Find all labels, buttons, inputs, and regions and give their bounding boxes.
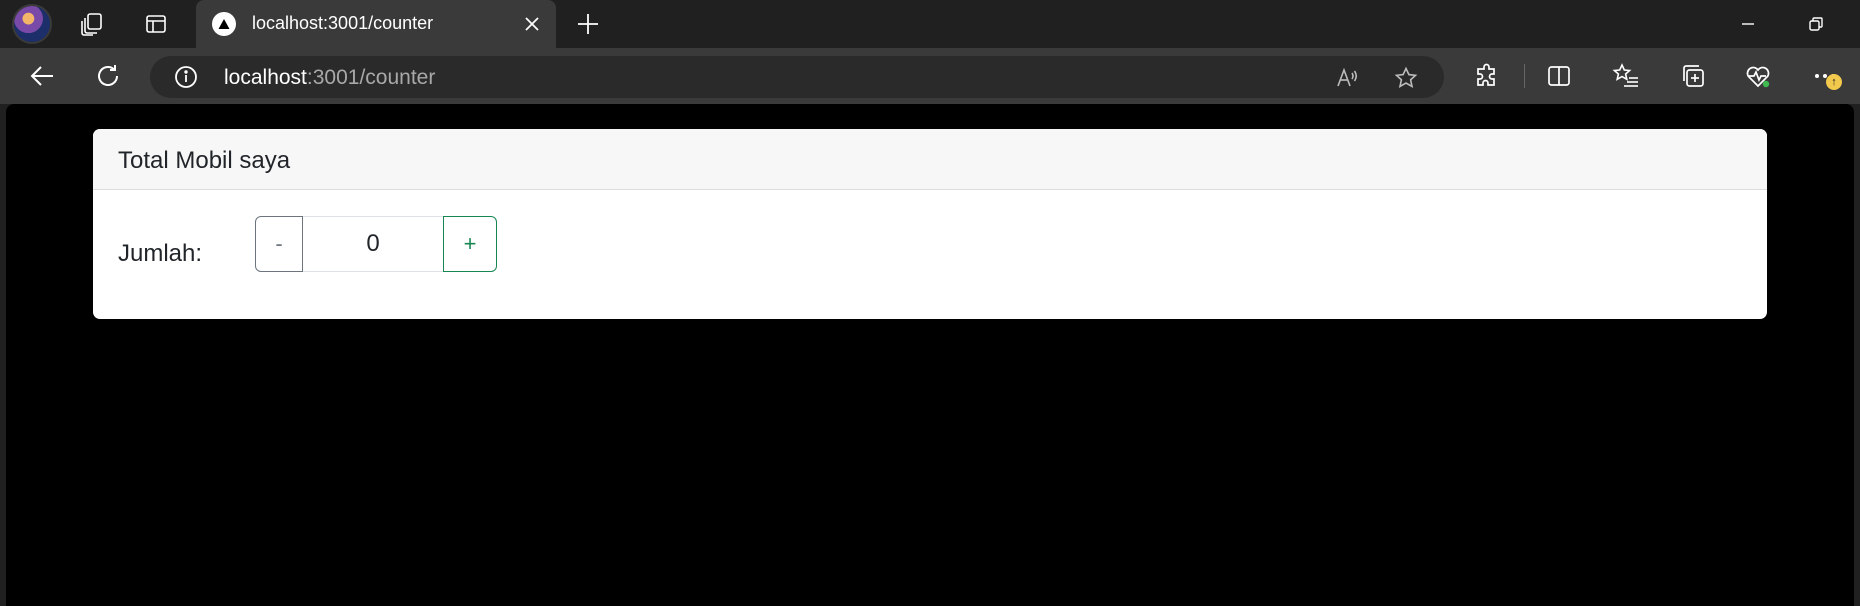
profile-avatar[interactable]	[14, 6, 50, 42]
card-header: Total Mobil saya	[93, 129, 1767, 190]
restore-icon[interactable]	[1794, 8, 1838, 40]
decrement-button[interactable]: -	[255, 216, 303, 272]
browser-essentials-icon[interactable]	[1743, 61, 1773, 91]
new-tab-icon[interactable]	[574, 10, 602, 38]
toolbar-divider	[1524, 64, 1525, 88]
minimize-icon[interactable]	[1726, 8, 1770, 40]
browser-toolbar: localhost:3001/counter	[0, 48, 1860, 104]
address-bar[interactable]: localhost:3001/counter	[150, 56, 1444, 98]
page-viewport: Total Mobil saya Jumlah: - 0 +	[6, 104, 1854, 606]
card-title: Total Mobil saya	[118, 147, 291, 174]
nextjs-favicon-icon	[212, 12, 236, 36]
quantity-label: Jumlah:	[118, 240, 203, 267]
url-host: localhost	[224, 66, 307, 89]
collections-icon[interactable]	[1678, 61, 1708, 91]
workspaces-icon[interactable]	[78, 10, 106, 38]
counter-card: Total Mobil saya Jumlah: - 0 +	[93, 129, 1767, 319]
refresh-icon[interactable]	[92, 60, 124, 92]
site-info-icon[interactable]	[174, 65, 198, 89]
favorites-list-icon[interactable]	[1611, 61, 1641, 91]
update-badge: ↑	[1826, 74, 1842, 90]
favorite-star-icon[interactable]	[1393, 65, 1419, 91]
split-screen-icon[interactable]	[1544, 61, 1574, 91]
read-aloud-icon[interactable]	[1334, 65, 1360, 91]
quantity-stepper: - 0 +	[255, 216, 497, 272]
tab-close-icon[interactable]	[520, 12, 544, 36]
url-text[interactable]: localhost:3001/counter	[224, 66, 435, 90]
tab-title: localhost:3001/counter	[252, 13, 434, 33]
back-arrow-icon[interactable]	[26, 60, 58, 92]
increment-button[interactable]: +	[443, 216, 497, 272]
quantity-value: 0	[303, 216, 443, 272]
url-path: :3001/counter	[306, 66, 436, 89]
extensions-icon[interactable]	[1472, 61, 1502, 91]
tab-strip: localhost:3001/counter	[0, 0, 1860, 48]
active-tab[interactable]: localhost:3001/counter	[196, 0, 556, 48]
vertical-tabs-icon[interactable]	[142, 10, 170, 38]
